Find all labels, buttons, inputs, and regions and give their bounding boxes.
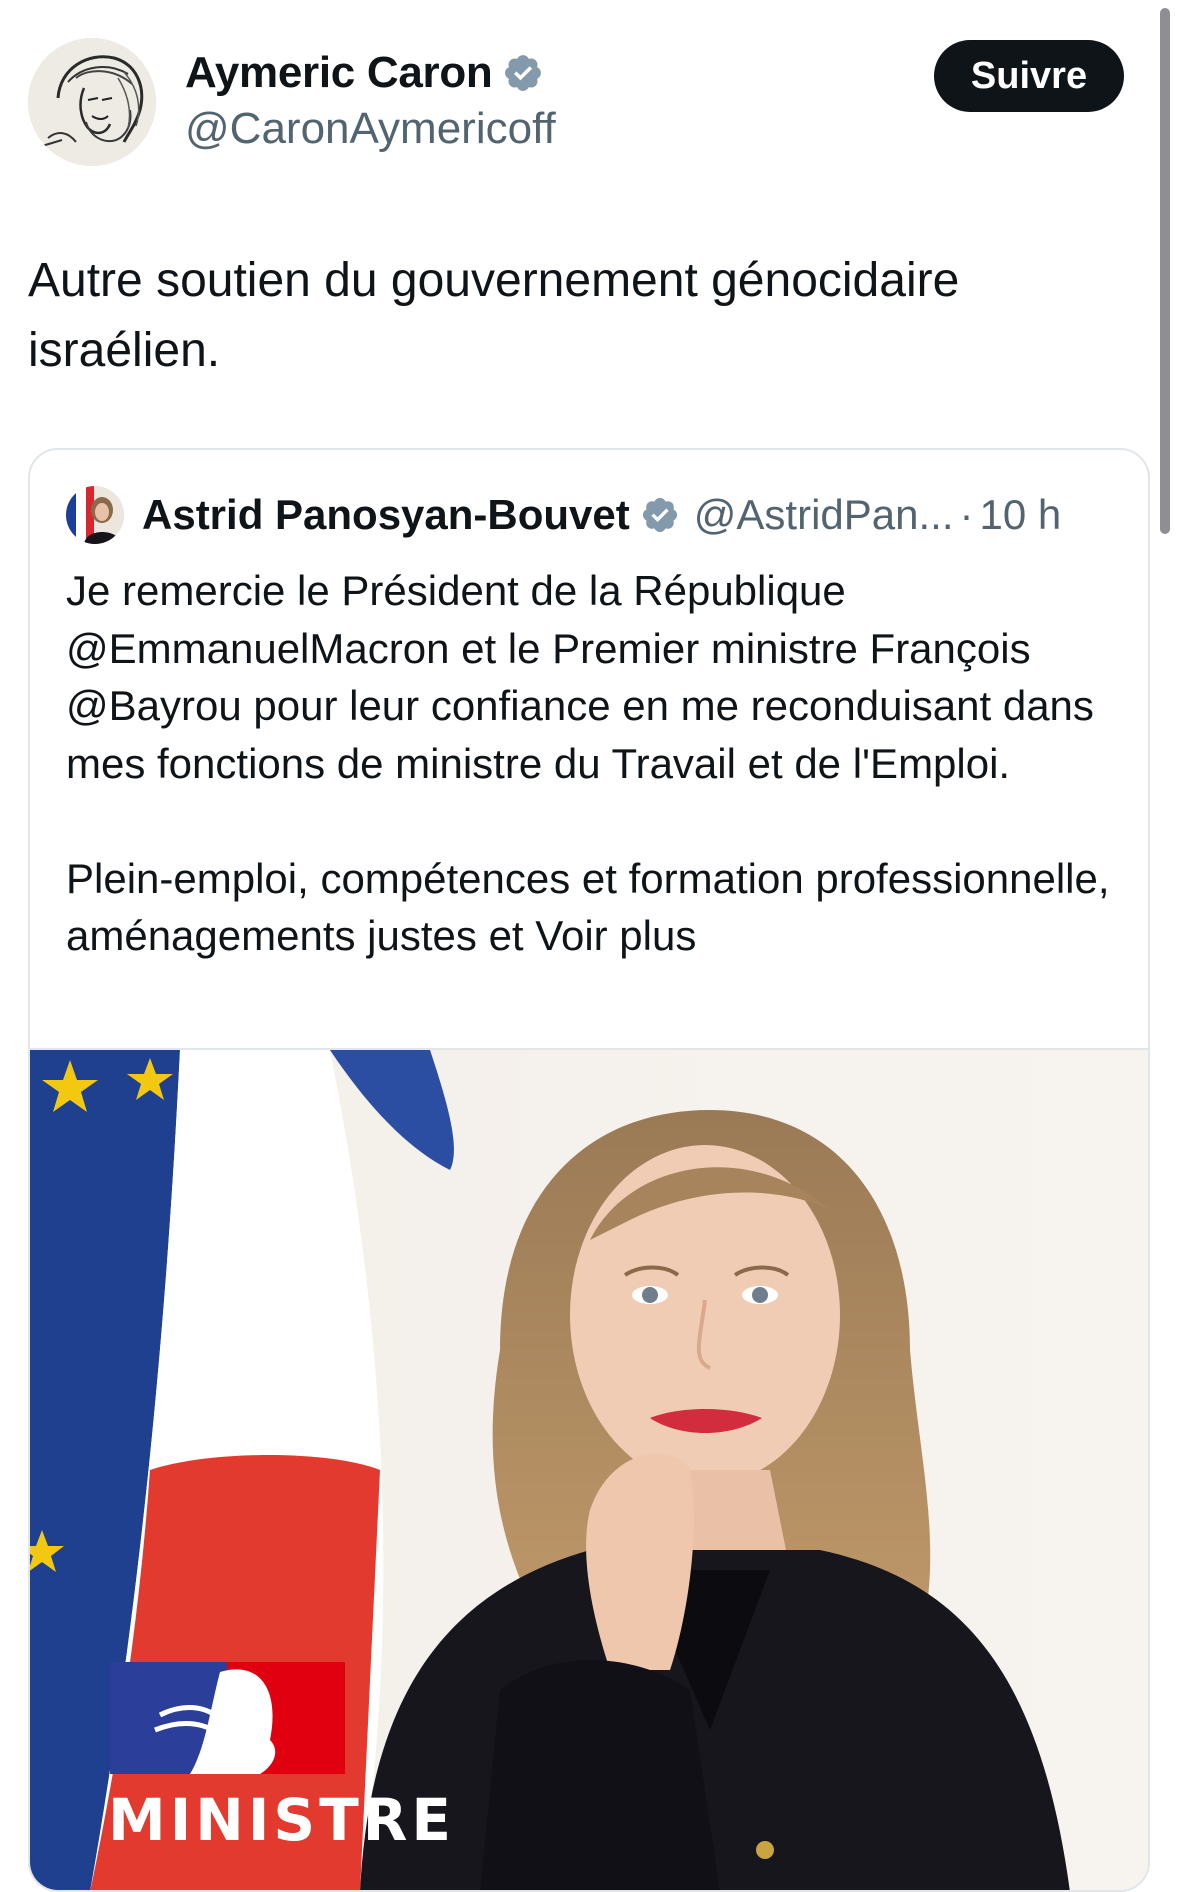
- quoted-tweet-text: Je remercie le Président de la Républiqu…: [66, 562, 1116, 965]
- quoted-paragraph-1: Je remercie le Président de la Républiqu…: [66, 567, 1094, 787]
- follow-button[interactable]: Suivre: [934, 40, 1124, 112]
- author-avatar[interactable]: [28, 38, 156, 166]
- sketch-portrait-image: [28, 38, 156, 166]
- verified-badge-icon: [505, 55, 542, 91]
- quoted-author-name[interactable]: Astrid Panosyan-Bouvet: [142, 491, 630, 539]
- quoted-tweet-header: Astrid Panosyan-Bouvet @AstridPan... · 1…: [66, 486, 1061, 544]
- verified-badge-icon: [642, 497, 677, 533]
- ministre-logo-text: MINISTRE: [108, 1786, 455, 1854]
- author-handle[interactable]: @CaronAymericoff: [185, 104, 556, 154]
- quoted-paragraph-2: Plein-emploi, compétences et formation p…: [66, 850, 1116, 965]
- quoted-author-avatar[interactable]: [66, 486, 124, 544]
- author-name[interactable]: Aymeric Caron: [185, 48, 493, 98]
- separator-dot: ·: [959, 491, 974, 538]
- quoted-tweet-card[interactable]: Astrid Panosyan-Bouvet @AstridPan... · 1…: [28, 448, 1150, 1892]
- quoted-tweet-time[interactable]: 10 h: [980, 491, 1062, 539]
- quoted-avatar-image: [66, 486, 124, 544]
- see-more-link[interactable]: Voir plus: [535, 912, 696, 959]
- quoted-author-handle[interactable]: @AstridPan...: [694, 491, 954, 539]
- minister-portrait-image: MINISTRE: [30, 1050, 1148, 1890]
- scrollbar[interactable]: [1160, 8, 1170, 534]
- tweet-text: Autre soutien du gouvernement génocidair…: [28, 254, 960, 377]
- quoted-tweet-photo[interactable]: MINISTRE: [30, 1048, 1148, 1890]
